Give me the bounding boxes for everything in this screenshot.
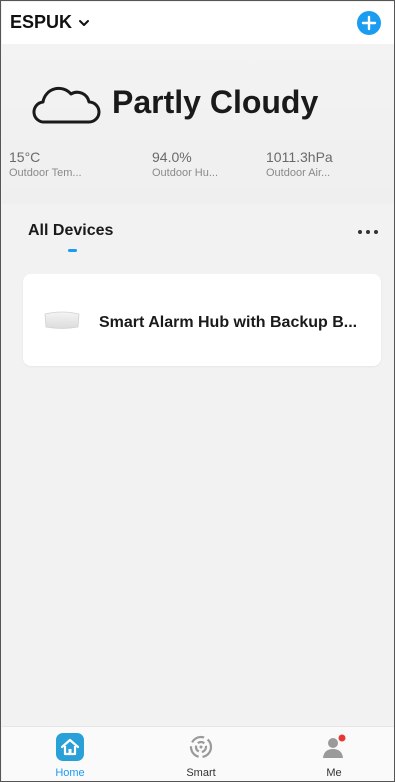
weather-stat-humidity: 94.0% Outdoor Hu...	[152, 149, 247, 179]
humidity-label: Outdoor Hu...	[152, 167, 219, 179]
home-name-label: ESPUK	[10, 12, 73, 32]
nav-label-home: Home	[55, 767, 85, 779]
temperature-label: Outdoor Tem...	[9, 167, 82, 179]
temperature-value: 15°C	[9, 149, 41, 165]
nav-item-smart[interactable]: Smart	[161, 727, 241, 781]
nav-label-me: Me	[326, 767, 342, 779]
bottom-navigation: Home Smart Me	[2, 726, 394, 781]
add-button[interactable]	[357, 11, 381, 35]
nav-item-me[interactable]: Me	[294, 727, 374, 781]
home-icon	[56, 733, 84, 761]
humidity-value: 94.0%	[152, 149, 192, 165]
active-tab-indicator	[68, 249, 77, 252]
weather-panel[interactable]: Partly Cloudy 15°C Outdoor Tem... 94.0% …	[2, 44, 394, 204]
user-icon	[323, 734, 346, 758]
device-name: Smart Alarm Hub with Backup B...	[99, 314, 358, 331]
alarm-hub-device-icon	[44, 311, 80, 329]
weather-condition: Partly Cloudy	[112, 84, 319, 120]
top-bar: ESPUK	[2, 2, 394, 44]
smart-icon	[189, 735, 213, 759]
more-horizontal-icon[interactable]	[357, 229, 379, 235]
plus-icon	[361, 15, 377, 31]
home-selector[interactable]: ESPUK	[10, 12, 90, 33]
air-pressure-value: 1011.3hPa	[266, 149, 333, 165]
weather-stat-temperature: 15°C Outdoor Tem...	[9, 149, 104, 179]
chevron-down-icon	[79, 19, 90, 26]
nav-item-home[interactable]: Home	[30, 727, 110, 781]
nav-label-smart: Smart	[186, 767, 216, 779]
tab-all-devices[interactable]: All Devices	[28, 222, 113, 240]
air-pressure-label: Outdoor Air...	[266, 167, 331, 179]
device-card[interactable]: Smart Alarm Hub with Backup B...	[23, 274, 381, 366]
weather-stat-air-pressure: 1011.3hPa Outdoor Air...	[266, 149, 361, 179]
app-screen: ESPUK Partly Cloudy 15°C Outdoor Tem... …	[0, 0, 395, 782]
cloud-icon	[32, 86, 101, 124]
notification-badge	[338, 734, 346, 742]
